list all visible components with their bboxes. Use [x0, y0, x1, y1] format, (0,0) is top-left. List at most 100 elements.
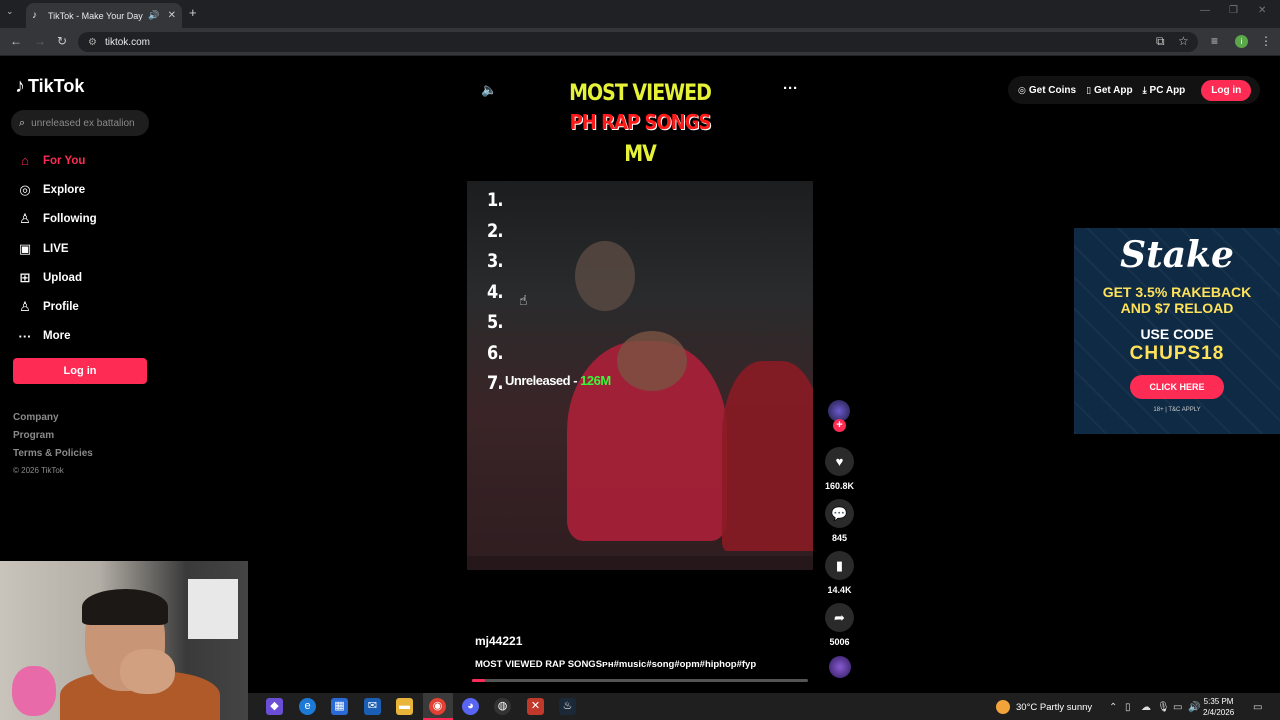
sidebar-item-live[interactable]: ▣ LIVE — [16, 234, 97, 263]
tiktok-favicon-icon: ♪ — [32, 9, 37, 21]
sidebar-item-profile[interactable]: ♙ Profile — [16, 292, 97, 321]
new-tab-button[interactable]: + — [189, 5, 197, 20]
rank-number: 5. — [487, 311, 504, 333]
search-icon[interactable]: ⌕ — [19, 117, 25, 130]
pc-app-button[interactable]: ⤓ PC App — [1143, 85, 1186, 96]
phone-icon: ▯ — [1086, 84, 1092, 95]
browser-tab[interactable]: ♪ TikTok - Make Your Day 🔊 ✕ — [26, 3, 182, 28]
address-field[interactable]: ⚙ tiktok.com — [78, 32, 1198, 52]
ad-code-label: USE CODE — [1140, 326, 1214, 342]
pc-app-label: PC App — [1149, 84, 1186, 96]
search-input[interactable]: ⌕ unreleased ex battalion — [11, 110, 149, 136]
sidebar-login-button[interactable]: Log in — [13, 358, 147, 384]
bookmark-star-icon[interactable]: ☆ — [1178, 34, 1189, 48]
window-close-icon[interactable]: ✕ — [1258, 5, 1266, 16]
tiktok-logo[interactable]: ♪ TikTok — [15, 75, 84, 98]
ad-offer-line2: AND $7 RELOAD — [1120, 300, 1234, 316]
share-icon: ➦ — [834, 609, 845, 625]
site-info-icon[interactable]: ⚙ — [88, 37, 97, 48]
minimize-icon[interactable]: — — [1200, 5, 1210, 16]
reload-icon[interactable]: ↻ — [57, 34, 67, 48]
top-login-button[interactable]: Log in — [1201, 79, 1252, 101]
install-app-icon[interactable]: ⧉ — [1156, 34, 1165, 49]
edge-icon[interactable]: e — [299, 698, 316, 715]
forward-icon[interactable]: → — [34, 34, 46, 48]
store-icon[interactable]: ▦ — [331, 698, 348, 715]
steam-icon[interactable]: ♨ — [559, 698, 576, 715]
video-author[interactable]: mj44221 — [475, 634, 522, 648]
share-count: 5006 — [829, 637, 850, 647]
tray-expand-icon[interactable]: ⌃ — [1109, 702, 1117, 713]
rank-number: 2. — [487, 219, 504, 242]
sidebar-item-upload[interactable]: ⊞ Upload — [16, 263, 97, 292]
comment-count: 845 — [831, 533, 848, 543]
profile-icon: ♙ — [19, 299, 31, 315]
game-app-icon[interactable]: ✕ — [527, 698, 544, 715]
tray-mic-icon[interactable]: 🎙 — [1157, 702, 1170, 713]
system-clock[interactable]: 5:35 PM 2/4/2026 — [1203, 696, 1234, 718]
tab-search-icon[interactable]: ⌄ — [6, 6, 14, 17]
video-title-line3: MV — [624, 141, 657, 167]
weather-widget[interactable]: 30°C Partly sunny — [996, 700, 1092, 714]
notifications-icon[interactable]: ▭ — [1253, 702, 1262, 713]
webcam-background-box — [188, 579, 238, 639]
sidebar-item-explore[interactable]: ◎ Explore — [16, 175, 97, 204]
rank-number: 7. — [487, 372, 504, 394]
chrome-icon[interactable]: ◉ — [429, 698, 446, 715]
clock-date: 2/4/2026 — [1203, 708, 1235, 717]
rank7-text: Unreleased - — [505, 373, 581, 388]
file-explorer-icon[interactable]: ▬ — [396, 698, 413, 715]
volume-icon[interactable]: 🔈 — [481, 82, 497, 98]
mail-icon[interactable]: ✉ — [364, 698, 381, 715]
sidebar-menu: ⌂ For You ◎ Explore ♙ Following ▣ LIVE ⊞… — [16, 146, 97, 351]
back-icon[interactable]: ← — [10, 34, 22, 48]
volume-tray-icon[interactable]: 🔊 — [1188, 702, 1200, 713]
sidebar-item-label: More — [43, 330, 71, 343]
sidebar-item-more[interactable]: ··· More — [16, 322, 97, 351]
search-text: unreleased ex battalion — [31, 117, 135, 129]
obs-icon[interactable]: ◍ — [494, 698, 511, 715]
get-app-button[interactable]: ▯ Get App — [1086, 85, 1132, 96]
like-button[interactable]: ♥ — [825, 447, 854, 476]
footer-link-company[interactable]: Company — [13, 412, 93, 430]
tray-app-icon[interactable]: ▯ — [1125, 702, 1131, 713]
discord-icon[interactable]: ◕ — [462, 698, 479, 715]
top-action-bar: ◎ Get Coins ▯ Get App ⤓ PC App Log in — [1008, 76, 1260, 104]
stake-ad-banner[interactable]: Stake GET 3.5% RAKEBACK AND $7 RELOAD US… — [1074, 228, 1280, 434]
tray-cloud-icon[interactable]: ☁ — [1141, 702, 1151, 713]
video-more-icon[interactable]: ··· — [783, 80, 798, 97]
sidebar-item-label: For You — [43, 154, 86, 167]
more-icon: ··· — [18, 328, 32, 344]
sidebar-item-label: Explore — [43, 183, 86, 196]
save-button[interactable]: ▮ — [825, 551, 854, 580]
footer-link-program[interactable]: Program — [13, 430, 93, 448]
tab-close-icon[interactable]: ✕ — [168, 10, 176, 21]
get-coins-button[interactable]: ◎ Get Coins — [1018, 85, 1076, 96]
video-player[interactable]: 1. 2. 3. 4. 5. 6. 7. Unreleased - 126M — [467, 181, 813, 570]
weather-sun-icon — [996, 700, 1010, 714]
music-disc-icon[interactable] — [829, 656, 851, 678]
ad-click-button[interactable]: CLICK HERE — [1130, 375, 1224, 399]
reading-list-icon[interactable]: ≡ — [1211, 34, 1218, 48]
sidebar-item-for-you[interactable]: ⌂ For You — [16, 146, 97, 175]
save-count: 14.4K — [827, 585, 852, 595]
video-progress-bar[interactable] — [472, 679, 808, 682]
logo-text: TikTok — [28, 76, 85, 96]
copilot-icon[interactable]: ◆ — [266, 698, 283, 715]
upload-icon: ⊞ — [19, 269, 31, 285]
restore-icon[interactable]: ❐ — [1229, 5, 1238, 16]
follow-plus-icon[interactable]: + — [833, 419, 846, 432]
network-icon[interactable]: ▭ — [1173, 702, 1182, 713]
video-progress-fill — [472, 679, 486, 682]
get-app-label: Get App — [1094, 84, 1133, 96]
share-button[interactable]: ➦ — [825, 603, 854, 632]
sidebar-item-following[interactable]: ♙ Following — [16, 205, 96, 234]
browser-menu-icon[interactable]: ⋮ — [1260, 34, 1272, 48]
tab-title: TikTok - Make Your Day — [48, 10, 143, 21]
profile-avatar[interactable]: i — [1235, 35, 1248, 48]
ad-code: CHUPS18 — [1129, 343, 1225, 364]
comment-button[interactable]: 💬 — [825, 499, 854, 528]
tab-audio-icon[interactable]: 🔊 — [148, 10, 159, 21]
video-figure — [617, 331, 687, 391]
footer-link-terms[interactable]: Terms & Policies — [13, 448, 93, 466]
